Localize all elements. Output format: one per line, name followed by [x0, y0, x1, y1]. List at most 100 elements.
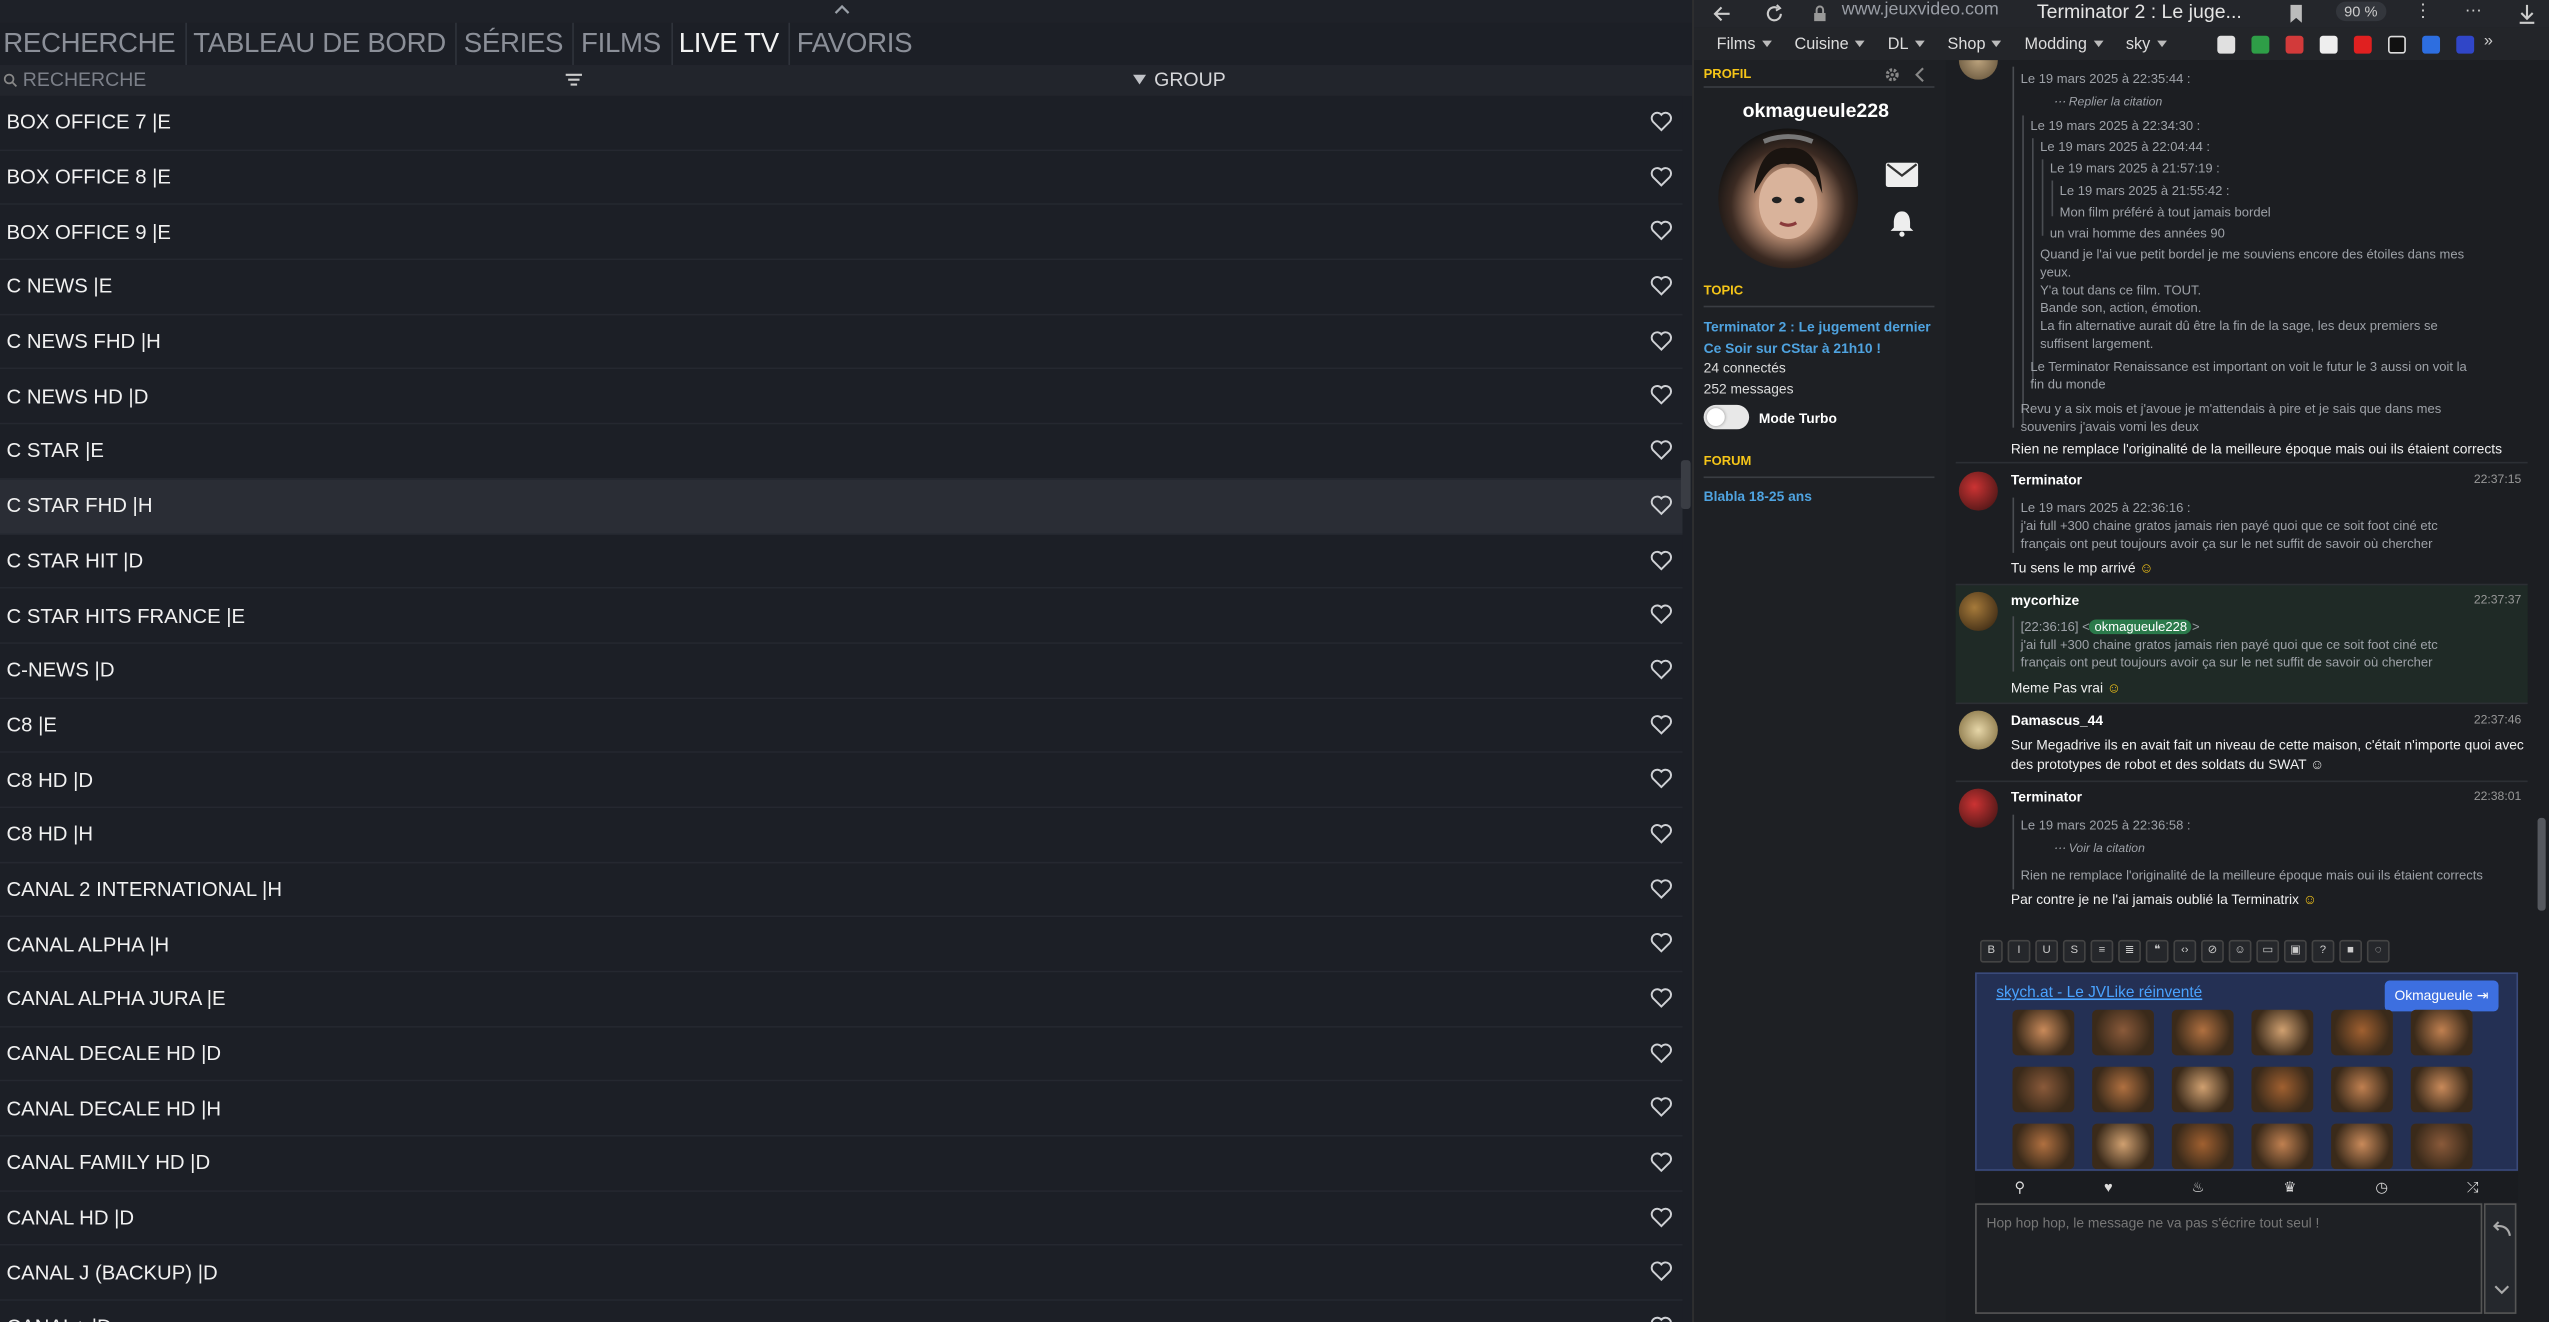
favorite-heart-icon[interactable]: [1650, 549, 1673, 570]
sticker-site-link[interactable]: skych.at - Le JVLike réinventé: [1996, 984, 2202, 1002]
nav-favoris[interactable]: FAVORIS: [793, 23, 921, 65]
channel-row[interactable]: C8 |E: [0, 698, 1683, 754]
tab-title[interactable]: Terminator 2 : Le juge...: [2037, 0, 2242, 23]
favorite-heart-icon[interactable]: [1650, 823, 1673, 844]
topic-title-link[interactable]: Terminator 2 : Le jugement dernier Ce So…: [1704, 317, 1940, 359]
format-button[interactable]: ■: [2339, 939, 2362, 963]
format-button[interactable]: S: [2062, 939, 2086, 963]
channel-row[interactable]: C STAR FHD |H: [0, 479, 1683, 535]
format-button[interactable]: ▭: [2256, 939, 2280, 963]
avatar[interactable]: [1718, 128, 1859, 269]
chevron-up-icon[interactable]: [832, 0, 852, 20]
nav-recherche[interactable]: RECHERCHE: [0, 22, 187, 66]
app-fav-icon[interactable]: [2456, 35, 2475, 54]
channel-row[interactable]: BOX OFFICE 7 |E: [0, 95, 1683, 151]
favorite-heart-icon[interactable]: [1650, 1316, 1673, 1322]
favorite-heart-icon[interactable]: [1650, 275, 1673, 296]
back-icon[interactable]: [1712, 3, 1733, 24]
reload-icon[interactable]: [1764, 3, 1785, 24]
scroll-thumb[interactable]: [2537, 817, 2546, 911]
clock-icon[interactable]: ◷: [2375, 1178, 2388, 1196]
favorite-heart-icon[interactable]: [1650, 1261, 1673, 1282]
collapse-icon[interactable]: [1913, 67, 1928, 83]
format-button[interactable]: I: [2007, 939, 2031, 963]
favorite-heart-icon[interactable]: [1650, 768, 1673, 789]
favorite-heart-icon[interactable]: [1650, 932, 1673, 954]
download-icon[interactable]: [2516, 3, 2537, 24]
list-scrollbar[interactable]: [1680, 460, 1691, 509]
turbo-toggle[interactable]: [1703, 404, 1750, 430]
nav-series[interactable]: SÉRIES: [461, 22, 575, 66]
channel-row[interactable]: C STAR HIT |D: [0, 534, 1683, 589]
favorite-heart-icon[interactable]: [1650, 1097, 1673, 1118]
sticker-image[interactable]: [2410, 1123, 2473, 1170]
avatar[interactable]: [1958, 60, 1998, 80]
channel-row[interactable]: C-NEWS |D: [0, 643, 1683, 699]
favorite-heart-icon[interactable]: [1650, 330, 1673, 351]
shuffle-icon[interactable]: ⤮: [2467, 1178, 2479, 1196]
channel-row[interactable]: CANAL FAMILY HD |D: [0, 1136, 1683, 1192]
format-button[interactable]: ≡: [2090, 939, 2114, 963]
avatar[interactable]: [1958, 710, 1998, 750]
gear-icon[interactable]: [1884, 67, 1900, 83]
avatar[interactable]: [1958, 591, 1998, 631]
zoom-indicator[interactable]: 90 %: [2335, 1, 2386, 22]
message-input[interactable]: Hop hop hop, le message ne va pas s'écri…: [1975, 1203, 2483, 1314]
doc-fav-icon[interactable]: [2319, 35, 2338, 54]
format-button[interactable]: ◌: [2366, 939, 2390, 963]
favorite-heart-icon[interactable]: [1650, 220, 1673, 242]
bookmark-icon[interactable]: [2286, 3, 2307, 24]
user-mention[interactable]: okmagueule228: [2089, 619, 2192, 635]
sticker-image[interactable]: [2171, 1066, 2234, 1113]
youtube-fav-icon[interactable]: [2353, 35, 2372, 54]
favorite-heart-icon[interactable]: [1650, 877, 1673, 899]
channel-row[interactable]: CANAL+ |D: [0, 1301, 1683, 1322]
avatar[interactable]: [1958, 471, 1998, 511]
channel-row[interactable]: CANAL HD |D: [0, 1191, 1683, 1247]
channel-row[interactable]: CANAL ALPHA |H: [0, 917, 1683, 973]
sticker-image[interactable]: [2331, 1066, 2393, 1113]
bell-icon[interactable]: [1889, 210, 1915, 238]
minimize-icon[interactable]: …: [2464, 0, 2482, 16]
favorite-heart-icon[interactable]: [1650, 165, 1673, 187]
channel-row[interactable]: C STAR |E: [0, 424, 1683, 480]
favorite-heart-icon[interactable]: [1650, 658, 1673, 680]
format-button[interactable]: ≣: [2118, 939, 2141, 963]
bookmark-dl[interactable]: DL: [1888, 35, 1925, 53]
sticker-image[interactable]: [2410, 1066, 2473, 1113]
favorite-heart-icon[interactable]: [1650, 111, 1673, 132]
bookmark-shop[interactable]: Shop: [1948, 35, 2002, 53]
collapse-quote-link[interactable]: ⋯ Replier la citation: [2053, 93, 2162, 111]
channel-row[interactable]: C NEWS HD |D: [0, 369, 1683, 425]
favorite-heart-icon[interactable]: [1650, 1206, 1673, 1228]
channel-row[interactable]: BOX OFFICE 9 |E: [0, 205, 1683, 261]
channel-row[interactable]: C STAR HITS FRANCE |E: [0, 588, 1683, 644]
sticker-image[interactable]: [2012, 1123, 2075, 1170]
mail-icon[interactable]: [1885, 162, 1919, 188]
green-fav-icon[interactable]: [2251, 35, 2270, 54]
sticker-image[interactable]: [2171, 1009, 2234, 1056]
address-bar[interactable]: www.jeuxvideo.com: [1842, 0, 1999, 20]
nav-films[interactable]: FILMS: [578, 22, 673, 66]
blue-fav-icon[interactable]: [2422, 35, 2441, 54]
heart-icon[interactable]: ♥: [2104, 1179, 2113, 1195]
favorite-heart-icon[interactable]: [1650, 494, 1673, 515]
favorite-heart-icon[interactable]: [1650, 1042, 1673, 1063]
favorite-heart-icon[interactable]: [1650, 987, 1673, 1008]
fire-icon[interactable]: ♨: [2191, 1178, 2204, 1196]
sticker-image[interactable]: [2012, 1009, 2075, 1056]
channel-row[interactable]: CANAL 2 INTERNATIONAL |H: [0, 862, 1683, 918]
bookmark-modding[interactable]: Modding: [2025, 35, 2104, 53]
message-author[interactable]: mycorhize: [2011, 592, 2079, 608]
sticker-image[interactable]: [2251, 1009, 2314, 1056]
sticker-image[interactable]: [2171, 1123, 2234, 1170]
message-author[interactable]: Damascus_44: [2011, 712, 2103, 728]
send-button[interactable]: [2483, 1203, 2517, 1314]
message-author[interactable]: Terminator: [2011, 472, 2082, 488]
favorite-heart-icon[interactable]: [1650, 604, 1673, 625]
channel-row[interactable]: C NEWS |E: [0, 260, 1683, 316]
search-icon[interactable]: ⚲: [2014, 1178, 2025, 1196]
bookmark-cuisine[interactable]: Cuisine: [1794, 35, 1865, 53]
format-button[interactable]: B: [1979, 939, 2003, 963]
format-button[interactable]: ▣: [2283, 939, 2307, 963]
